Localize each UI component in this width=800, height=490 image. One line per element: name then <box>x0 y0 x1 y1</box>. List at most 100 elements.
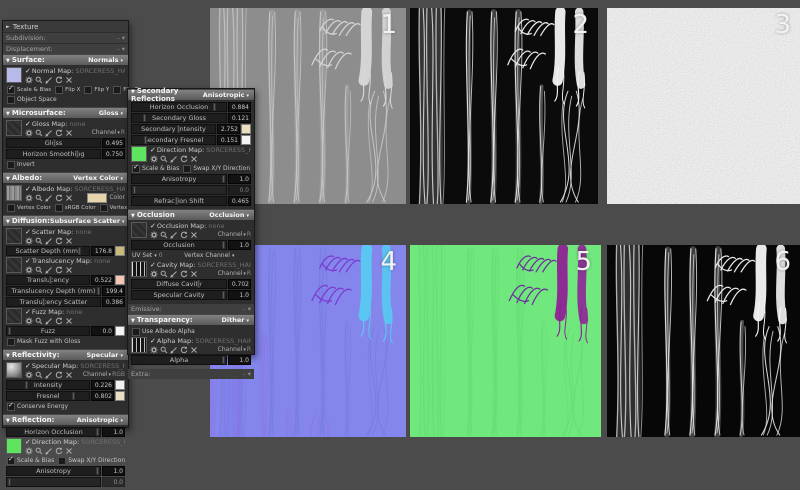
alpha-slider[interactable]: Alpha <box>131 355 227 365</box>
secondary-intensity-value[interactable]: 2.752 <box>217 124 240 134</box>
intensity-slider[interactable]: Intensity <box>6 380 90 390</box>
gloss-channel-dropdown[interactable]: Channel▾R <box>92 129 125 136</box>
diffusion-mode-dropdown[interactable]: Subsurface Scatter▾ <box>50 217 127 225</box>
mask-fuzz-checkbox[interactable] <box>7 338 15 346</box>
albedo-section-header[interactable]: ▼Albedo: Vertex Color▾ <box>3 172 128 183</box>
search-icon[interactable] <box>35 237 43 245</box>
reload-icon[interactable] <box>180 346 188 354</box>
search-icon[interactable] <box>160 270 168 278</box>
translucency-depth-value[interactable]: 199.4 <box>102 286 125 296</box>
paint-icon[interactable] <box>170 155 178 163</box>
specular-map-swatch[interactable] <box>6 362 22 378</box>
scale-bias-checkbox[interactable]: ✓ <box>132 165 140 173</box>
reload-icon[interactable] <box>55 266 63 274</box>
swap-xy-checkbox[interactable] <box>58 457 66 465</box>
cavity-channel-dropdown[interactable]: Channel▾R <box>218 270 251 277</box>
diffuse-cavity-value[interactable]: 0.702 <box>228 279 251 289</box>
paint-icon[interactable] <box>45 237 53 245</box>
paint-icon[interactable] <box>45 129 53 137</box>
horizon-occlusion-slider[interactable]: Horizon Occlusion <box>6 427 101 437</box>
surface-section-header[interactable]: ▼Surface: Normals▾ <box>3 54 128 65</box>
secondary-intensity-color-swatch[interactable] <box>241 124 251 134</box>
search-icon[interactable] <box>160 346 168 354</box>
secondary-mode-dropdown[interactable]: Anisotropic▾ <box>203 91 251 99</box>
secondary-fresnel-value[interactable]: 0.151 <box>217 135 240 145</box>
scatter-map-swatch[interactable] <box>6 228 22 244</box>
anisotropy-slider[interactable]: Anisotropy <box>6 466 101 476</box>
gloss-value[interactable]: 0.495 <box>102 138 125 148</box>
flip-x-checkbox[interactable] <box>55 86 63 94</box>
paint-icon[interactable] <box>45 447 53 455</box>
swap-xy-checkbox[interactable] <box>183 165 191 173</box>
direction-slider[interactable] <box>6 477 101 487</box>
gear-icon[interactable] <box>25 371 33 379</box>
occlusion-mode-dropdown[interactable]: Occlusion▾ <box>209 211 251 219</box>
transparency-section-header[interactable]: ▼Transparency: Dither▾ <box>128 314 254 325</box>
gear-icon[interactable] <box>150 231 158 239</box>
direction-map-swatch[interactable] <box>6 438 22 454</box>
fuzz-value[interactable]: 0.0 <box>91 326 114 336</box>
sec-direction-slider[interactable] <box>131 185 227 195</box>
reload-icon[interactable] <box>55 237 63 245</box>
secondary-gloss-slider[interactable]: Secondary Gloss <box>131 113 227 123</box>
intensity-color-swatch[interactable] <box>115 380 125 390</box>
paint-icon[interactable] <box>45 194 53 202</box>
vertex-alpha-checkbox[interactable] <box>100 204 108 212</box>
intensity-value[interactable]: 0.226 <box>91 380 114 390</box>
reload-icon[interactable] <box>55 447 63 455</box>
reload-icon[interactable] <box>180 155 188 163</box>
paint-icon[interactable] <box>45 76 53 84</box>
translucency-value[interactable]: 0.522 <box>91 275 114 285</box>
gear-icon[interactable] <box>25 447 33 455</box>
scale-bias-checkbox[interactable]: ✓ <box>7 86 15 94</box>
occlusion-map-swatch[interactable] <box>131 222 147 238</box>
search-icon[interactable] <box>35 76 43 84</box>
clear-icon[interactable] <box>65 76 73 84</box>
alpha-map-swatch[interactable] <box>131 337 147 353</box>
reflection-section-header[interactable]: ▼Reflection: Anisotropic▾ <box>3 414 128 425</box>
gear-icon[interactable] <box>25 237 33 245</box>
sec-direction-map-swatch[interactable] <box>131 146 147 162</box>
anisotropy-value[interactable]: 1.0 <box>102 466 125 476</box>
scatter-depth-slider[interactable]: Scatter Depth (mm) <box>6 246 90 256</box>
reflectivity-section-header[interactable]: ▼Reflectivity: Specular▾ <box>3 349 128 360</box>
fresnel-slider[interactable]: Fresnel <box>6 391 90 401</box>
albedo-map-swatch[interactable] <box>6 185 22 201</box>
reflectivity-mode-dropdown[interactable]: Specular▾ <box>86 351 125 359</box>
diffuse-cavity-slider[interactable]: Diffuse Cavity <box>131 279 227 289</box>
paint-icon[interactable] <box>170 270 178 278</box>
sec-anisotropy-value[interactable]: 1.0 <box>228 174 251 184</box>
horizon-occlusion-value[interactable]: 1.0 <box>102 427 125 437</box>
reload-icon[interactable] <box>55 371 63 379</box>
search-icon[interactable] <box>35 129 43 137</box>
reload-icon[interactable] <box>55 194 63 202</box>
horizon-smoothing-slider[interactable]: Horizon Smoothing <box>6 149 101 159</box>
gear-icon[interactable] <box>150 155 158 163</box>
microsurface-section-header[interactable]: ▼Microsurface: Gloss▾ <box>3 107 128 118</box>
translucency-scatter-slider[interactable]: Translucency Scatter <box>6 297 101 307</box>
clear-icon[interactable] <box>190 155 198 163</box>
reload-icon[interactable] <box>55 317 63 325</box>
translucency-slider[interactable]: Translucency <box>6 275 90 285</box>
gear-icon[interactable] <box>25 317 33 325</box>
search-icon[interactable] <box>35 266 43 274</box>
scatter-depth-value[interactable]: 176.8 <box>91 246 114 256</box>
sec-anisotropy-slider[interactable]: Anisotropy <box>131 174 227 184</box>
transparency-mode-dropdown[interactable]: Dither▾ <box>222 316 252 324</box>
sec-horizon-occlusion-value[interactable]: 0.884 <box>228 102 251 112</box>
vertex-channel-dropdown[interactable]: Vertex Channel▾ <box>171 252 250 259</box>
fuzz-slider[interactable]: Fuzz <box>6 326 90 336</box>
gear-icon[interactable] <box>150 270 158 278</box>
gear-icon[interactable] <box>150 346 158 354</box>
microsurface-mode-dropdown[interactable]: Gloss▾ <box>99 109 125 117</box>
occlusion-section-header[interactable]: ▼Occlusion Occlusion▾ <box>128 209 254 220</box>
cavity-map-swatch[interactable] <box>131 261 147 277</box>
vertex-color-checkbox[interactable] <box>7 204 15 212</box>
invert-checkbox[interactable] <box>7 161 15 169</box>
gear-icon[interactable] <box>25 266 33 274</box>
paint-icon[interactable] <box>45 317 53 325</box>
gloss-slider[interactable]: Gloss <box>6 138 101 148</box>
albedo-color-swatch[interactable] <box>87 193 107 203</box>
translucency-color-swatch[interactable] <box>115 275 125 285</box>
horizon-smoothing-value[interactable]: 0.750 <box>102 149 125 159</box>
